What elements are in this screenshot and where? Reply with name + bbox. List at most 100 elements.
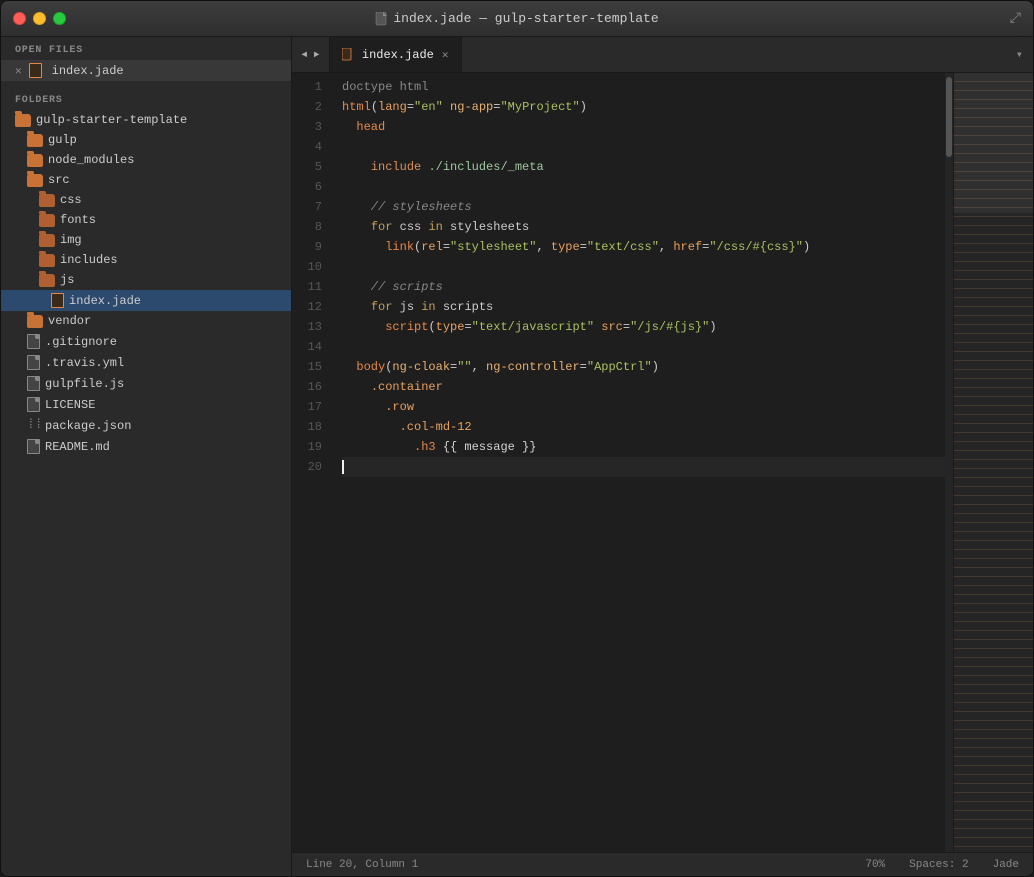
tab-left-arrow[interactable]: ◂	[300, 46, 308, 63]
expand-button[interactable]: ⤢	[1010, 11, 1021, 27]
file-package-json[interactable]: ⁞⁞ package.json	[1, 415, 291, 436]
file-label: LICENSE	[45, 398, 95, 412]
line-num: 12	[292, 297, 322, 317]
code-line-20	[342, 457, 945, 477]
folder-label: fonts	[60, 213, 96, 227]
file-readme[interactable]: README.md	[1, 436, 291, 457]
folder-label: node_modules	[48, 153, 134, 167]
code-line-9: link(rel="stylesheet", type="text/css", …	[342, 237, 945, 257]
code-line-8: for css in stylesheets	[342, 217, 945, 237]
close-file-icon[interactable]: ✕	[15, 64, 22, 78]
code-line-11: // scripts	[342, 277, 945, 297]
folder-fonts[interactable]: fonts	[1, 210, 291, 230]
line-num: 3	[292, 117, 322, 137]
file-gitignore[interactable]: .gitignore	[1, 331, 291, 352]
folder-label: includes	[60, 253, 118, 267]
line-num: 17	[292, 397, 322, 417]
code-line-15: body(ng-cloak="", ng-controller="AppCtrl…	[342, 357, 945, 377]
folder-label: css	[60, 193, 82, 207]
tab-file-icon	[342, 48, 354, 61]
code-line-2: html(lang="en" ng-app="MyProject")	[342, 97, 945, 117]
line-num: 16	[292, 377, 322, 397]
tab-right-arrow[interactable]: ▸	[312, 46, 320, 63]
code-line-14	[342, 337, 945, 357]
code-line-4	[342, 137, 945, 157]
open-file-item[interactable]: ✕ index.jade	[1, 60, 291, 81]
code-line-5: include ./includes/_meta	[342, 157, 945, 177]
line-num: 4	[292, 137, 322, 157]
file-label: .travis.yml	[45, 356, 124, 370]
tab-nav-arrows: ◂ ▸	[292, 37, 330, 72]
file-label: .gitignore	[45, 335, 117, 349]
tab-dropdown-button[interactable]: ▾	[1006, 37, 1033, 72]
folder-label: img	[60, 233, 82, 247]
code-line-1: doctype html	[342, 77, 945, 97]
line-num: 1	[292, 77, 322, 97]
tab-bar: ◂ ▸ index.jade ✕ ▾	[292, 37, 1033, 73]
folder-gulp[interactable]: gulp	[1, 130, 291, 150]
close-button[interactable]	[13, 12, 26, 25]
window-title: index.jade — gulp-starter-template	[375, 11, 658, 26]
folder-icon	[27, 134, 43, 147]
line-num: 13	[292, 317, 322, 337]
folder-vendor[interactable]: vendor	[1, 311, 291, 331]
file-icon	[27, 376, 40, 391]
open-files-header: OPEN FILES	[1, 37, 291, 60]
file-travis[interactable]: .travis.yml	[1, 352, 291, 373]
folder-img[interactable]: img	[1, 230, 291, 250]
title-bar: index.jade — gulp-starter-template ⤢	[1, 1, 1033, 37]
file-gulpfile[interactable]: gulpfile.js	[1, 373, 291, 394]
file-icon	[27, 355, 40, 370]
folder-js[interactable]: js	[1, 270, 291, 290]
folders-header: FOLDERS	[1, 87, 291, 110]
minimize-button[interactable]	[33, 12, 46, 25]
tab-label: index.jade	[362, 48, 434, 62]
file-icon	[27, 334, 40, 349]
status-bar: Line 20, Column 1 70% Spaces: 2 Jade	[292, 852, 1033, 876]
folder-root[interactable]: gulp-starter-template	[1, 110, 291, 130]
file-icon	[375, 12, 389, 26]
folder-icon	[27, 315, 43, 328]
code-line-17: .row	[342, 397, 945, 417]
folder-css[interactable]: css	[1, 190, 291, 210]
code-editor[interactable]: doctype html html(lang="en" ng-app="MyPr…	[332, 73, 945, 852]
line-num: 10	[292, 257, 322, 277]
folder-node-modules[interactable]: node_modules	[1, 150, 291, 170]
code-line-7: // stylesheets	[342, 197, 945, 217]
jade-file-icon	[29, 63, 42, 78]
code-line-13: script(type="text/javascript" src="/js/#…	[342, 317, 945, 337]
folder-icon	[27, 174, 43, 187]
folder-icon	[39, 194, 55, 207]
window-frame: index.jade — gulp-starter-template ⤢ OPE…	[0, 0, 1034, 877]
main-area: OPEN FILES ✕ index.jade FOLDERS gulp-sta…	[1, 37, 1033, 876]
tab-index-jade[interactable]: index.jade ✕	[330, 37, 462, 72]
line-num: 5	[292, 157, 322, 177]
tab-close-button[interactable]: ✕	[442, 48, 449, 62]
code-line-18: .col-md-12	[342, 417, 945, 437]
folders-section: FOLDERS gulp-starter-template gulp node_…	[1, 87, 291, 457]
scrollbar-thumb[interactable]	[946, 77, 952, 157]
file-label: index.jade	[69, 294, 141, 308]
line-num: 11	[292, 277, 322, 297]
folder-label: js	[60, 273, 74, 287]
folder-src[interactable]: src	[1, 170, 291, 190]
cursor-position: Line 20, Column 1	[306, 859, 418, 871]
pkg-icon: ⁞⁞	[27, 418, 40, 433]
line-num: 6	[292, 177, 322, 197]
line-num: 9	[292, 237, 322, 257]
code-panel: 1 2 3 4 5 6 7 8 9 10 11 12 13 14	[292, 73, 945, 852]
editor-content[interactable]: 1 2 3 4 5 6 7 8 9 10 11 12 13 14	[292, 73, 1033, 852]
folder-icon	[39, 254, 55, 267]
file-index-jade[interactable]: index.jade	[1, 290, 291, 311]
code-line-10	[342, 257, 945, 277]
minimap[interactable]	[953, 73, 1033, 852]
code-line-6	[342, 177, 945, 197]
file-license[interactable]: LICENSE	[1, 394, 291, 415]
folder-icon	[39, 214, 55, 227]
line-num: 2	[292, 97, 322, 117]
maximize-button[interactable]	[53, 12, 66, 25]
line-num: 7	[292, 197, 322, 217]
folder-includes[interactable]: includes	[1, 250, 291, 270]
editor-scrollbar[interactable]	[945, 73, 953, 852]
minimap-content	[954, 73, 1033, 852]
